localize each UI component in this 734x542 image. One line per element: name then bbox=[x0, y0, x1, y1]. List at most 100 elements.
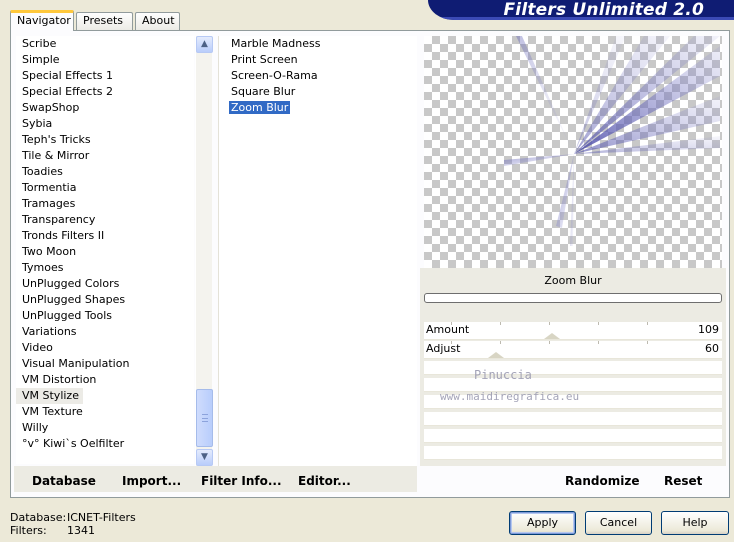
progress-bar bbox=[424, 293, 722, 303]
category-item[interactable]: Variations bbox=[16, 324, 194, 340]
category-item[interactable]: Tronds Filters II bbox=[16, 228, 194, 244]
category-item[interactable]: Tramages bbox=[16, 196, 194, 212]
category-label: VM Stylize bbox=[16, 388, 83, 404]
filter-item[interactable]: Marble Madness bbox=[219, 36, 417, 52]
chevron-up-icon: ▲ bbox=[201, 39, 208, 49]
database-button[interactable]: Database bbox=[32, 474, 96, 488]
category-item[interactable]: VM Stylize bbox=[16, 388, 194, 404]
reset-button[interactable]: Reset bbox=[664, 474, 702, 488]
category-item[interactable]: VM Distortion bbox=[16, 372, 194, 388]
slider-adjust[interactable]: Adjust 60 bbox=[424, 341, 722, 359]
filter-item[interactable]: Square Blur bbox=[219, 84, 417, 100]
randomize-button[interactable]: Randomize bbox=[565, 474, 639, 488]
filter-item[interactable]: Screen-O-Rama bbox=[219, 68, 417, 84]
category-item[interactable]: Tymoes bbox=[16, 260, 194, 276]
slider-thumb[interactable] bbox=[487, 352, 504, 358]
slider-tick bbox=[647, 341, 648, 344]
category-label: Tronds Filters II bbox=[22, 229, 105, 242]
preview-filter-name: Zoom Blur bbox=[544, 274, 602, 287]
tab-navigator[interactable]: Navigator bbox=[10, 10, 74, 31]
slider-tick bbox=[500, 341, 501, 344]
category-item[interactable]: Scribe bbox=[16, 36, 194, 52]
category-item[interactable]: Two Moon bbox=[16, 244, 194, 260]
editor-button[interactable]: Editor... bbox=[298, 474, 351, 488]
filters-label: Filters: bbox=[10, 524, 47, 537]
preview-image bbox=[504, 36, 720, 246]
status-info: Database:ICNET-Filters Filters: 1341 bbox=[10, 511, 136, 537]
slider-tick bbox=[598, 322, 599, 325]
empty-slider-row bbox=[424, 446, 722, 460]
filter-item[interactable]: Print Screen bbox=[219, 52, 417, 68]
category-label: Scribe bbox=[22, 37, 57, 50]
chevron-down-icon: ▼ bbox=[201, 452, 208, 462]
category-item[interactable]: UnPlugged Tools bbox=[16, 308, 194, 324]
banner-title: Filters Unlimited 2.0 bbox=[503, 0, 704, 20]
import-button[interactable]: Import... bbox=[122, 474, 181, 488]
category-label: Variations bbox=[22, 325, 77, 338]
category-item[interactable]: Visual Manipulation bbox=[16, 356, 194, 372]
filter-label: Screen-O-Rama bbox=[231, 69, 318, 82]
category-item[interactable]: Willy bbox=[16, 420, 194, 436]
slider-label: Amount bbox=[426, 323, 470, 336]
category-label: Two Moon bbox=[22, 245, 77, 258]
database-value: ICNET-Filters bbox=[67, 511, 136, 524]
filter-preview bbox=[424, 36, 722, 268]
category-label: Sybia bbox=[22, 117, 53, 130]
cancel-button[interactable]: Cancel bbox=[585, 511, 652, 535]
category-label: VM Distortion bbox=[22, 373, 97, 386]
empty-slider-row bbox=[424, 429, 722, 443]
scroll-up-button[interactable]: ▲ bbox=[196, 36, 213, 53]
category-label: Special Effects 1 bbox=[22, 69, 114, 82]
watermark: Pinuccia www.maidiregrafica.eu bbox=[440, 364, 579, 408]
category-label: Tormentia bbox=[22, 181, 77, 194]
app-banner: Filters Unlimited 2.0 bbox=[428, 0, 734, 20]
tab-about[interactable]: About bbox=[135, 12, 180, 30]
category-label: °v° Kiwi`s Oelfilter bbox=[22, 437, 125, 450]
watermark-line-1: Pinuccia bbox=[474, 368, 532, 382]
category-item[interactable]: Sybia bbox=[16, 116, 194, 132]
category-item[interactable]: Special Effects 1 bbox=[16, 68, 194, 84]
category-label: Teph's Tricks bbox=[22, 133, 91, 146]
help-button[interactable]: Help bbox=[661, 511, 729, 535]
category-label: Special Effects 2 bbox=[22, 85, 114, 98]
slider-thumb[interactable] bbox=[544, 333, 561, 339]
slider-amount[interactable]: Amount 109 bbox=[424, 322, 722, 340]
filters-count: 1341 bbox=[67, 524, 95, 537]
filter-item[interactable]: Zoom Blur bbox=[219, 100, 417, 116]
category-item[interactable]: Special Effects 2 bbox=[16, 84, 194, 100]
category-label: Transparency bbox=[22, 213, 96, 226]
category-label: Tymoes bbox=[22, 261, 64, 274]
category-list[interactable]: Scribe Simple Special Effects 1 Special Eff… bbox=[16, 36, 194, 464]
grip-icon bbox=[202, 414, 208, 422]
category-item[interactable]: Tormentia bbox=[16, 180, 194, 196]
category-item[interactable]: Transparency bbox=[16, 212, 194, 228]
category-item[interactable]: VM Texture bbox=[16, 404, 194, 420]
category-label: Simple bbox=[22, 53, 60, 66]
scroll-down-button[interactable]: ▼ bbox=[196, 449, 213, 466]
filter-list[interactable]: Marble Madness Print Screen Screen-O-Rama S… bbox=[218, 36, 417, 466]
slider-tick bbox=[549, 322, 550, 325]
database-label: Database: bbox=[10, 511, 67, 524]
category-item[interactable]: UnPlugged Colors bbox=[16, 276, 194, 292]
category-scrollbar[interactable]: ▲ ▼ bbox=[195, 36, 213, 466]
filter-label: Square Blur bbox=[231, 85, 296, 98]
category-item[interactable]: SwapShop bbox=[16, 100, 194, 116]
slider-label: Adjust bbox=[426, 342, 461, 355]
category-label: VM Texture bbox=[22, 405, 83, 418]
category-item[interactable]: Simple bbox=[16, 52, 194, 68]
scroll-thumb[interactable] bbox=[196, 389, 213, 447]
slider-tick bbox=[500, 322, 501, 325]
category-label: UnPlugged Colors bbox=[22, 277, 120, 290]
slider-tick bbox=[598, 341, 599, 344]
tab-presets[interactable]: Presets bbox=[76, 12, 133, 30]
category-item[interactable]: Tile & Mirror bbox=[16, 148, 194, 164]
category-label: SwapShop bbox=[22, 101, 80, 114]
category-label: Toadies bbox=[22, 165, 63, 178]
category-item[interactable]: Toadies bbox=[16, 164, 194, 180]
apply-button[interactable]: Apply bbox=[509, 511, 576, 535]
category-item[interactable]: UnPlugged Shapes bbox=[16, 292, 194, 308]
category-item[interactable]: Video bbox=[16, 340, 194, 356]
filter-info-button[interactable]: Filter Info... bbox=[201, 474, 282, 488]
category-item[interactable]: Teph's Tricks bbox=[16, 132, 194, 148]
category-item[interactable]: °v° Kiwi`s Oelfilter bbox=[16, 436, 194, 452]
